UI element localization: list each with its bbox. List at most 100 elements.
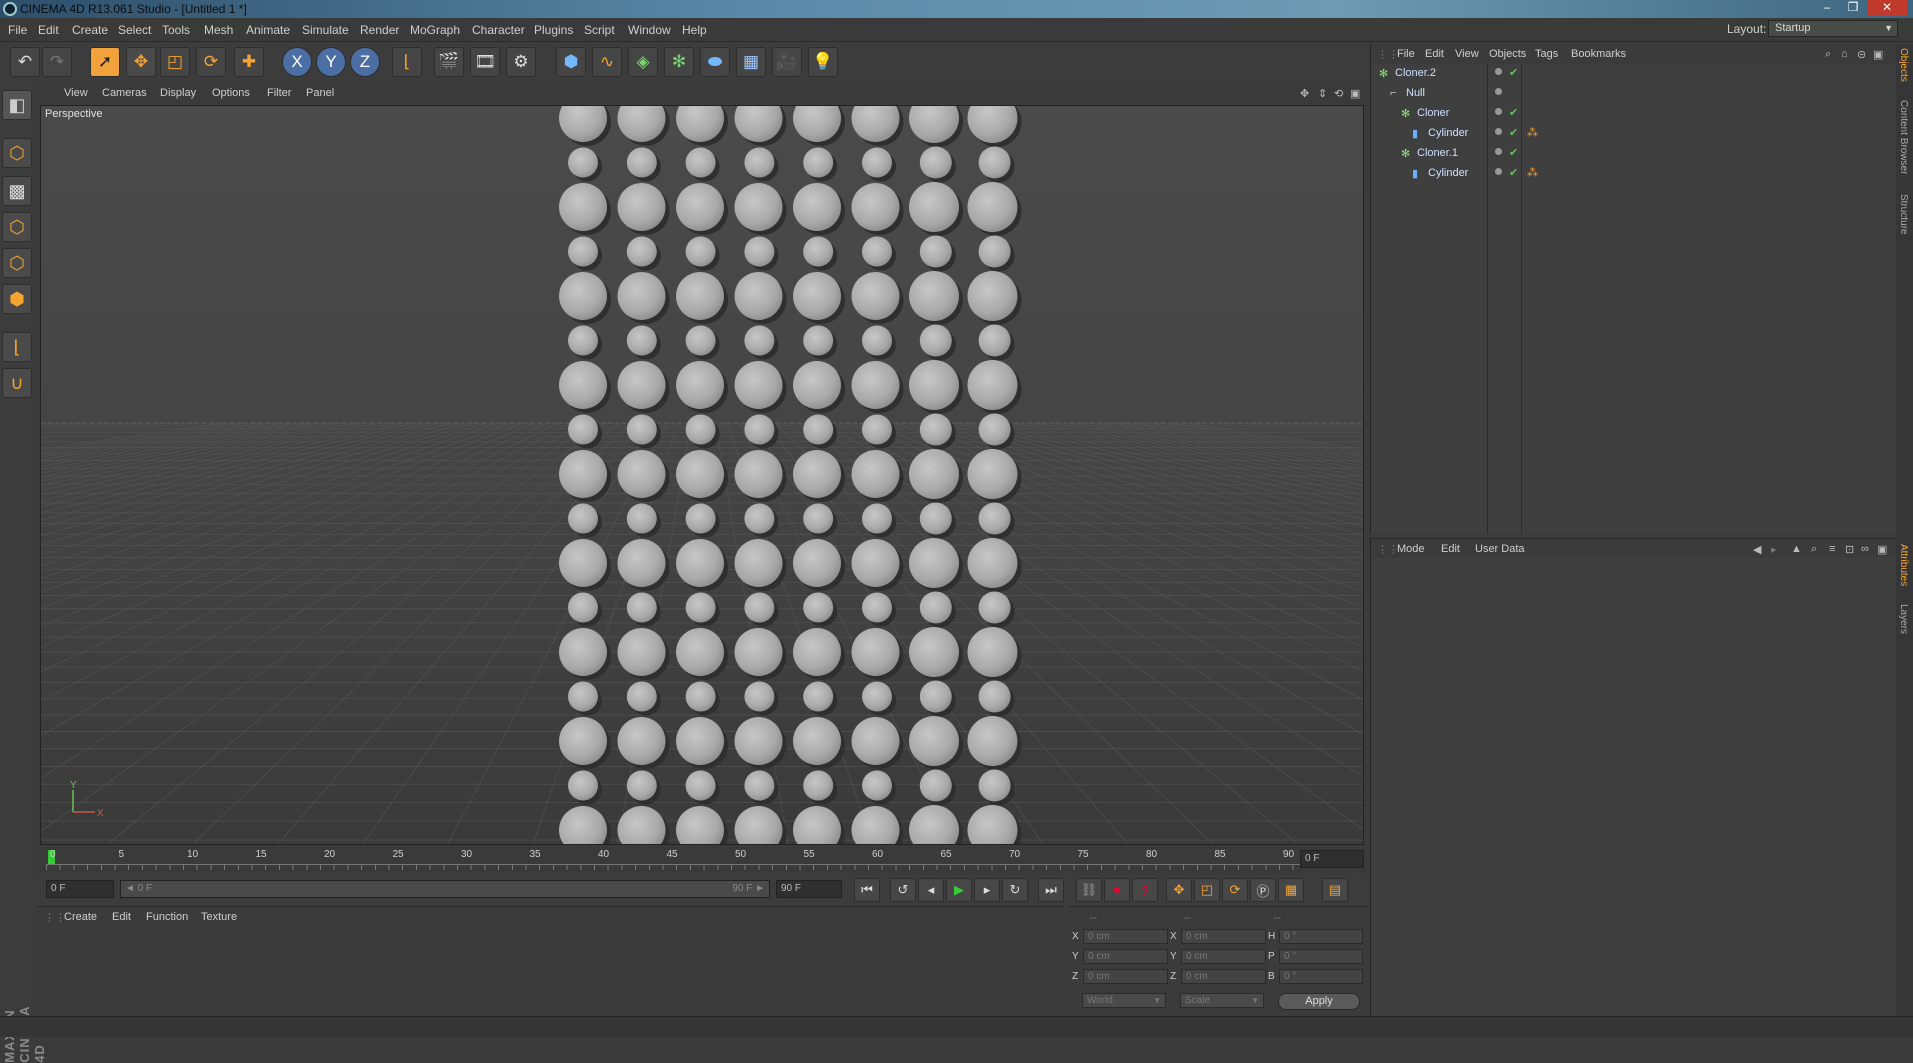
- cylinder-clone[interactable]: [978, 502, 1011, 535]
- menu-tools[interactable]: Tools: [162, 23, 190, 37]
- cylinder-clone[interactable]: [851, 361, 900, 409]
- enabled-check-icon[interactable]: ✔: [1509, 66, 1518, 79]
- visibility-dot-icon[interactable]: [1495, 148, 1502, 155]
- viewport-zoom-icon[interactable]: ⇕: [1318, 87, 1327, 100]
- polygons-mode-icon[interactable]: ⬢: [2, 284, 32, 314]
- cylinder-clone[interactable]: [803, 592, 834, 623]
- objects-menu-bookmarks[interactable]: Bookmarks: [1571, 48, 1626, 60]
- home-icon[interactable]: ⌂: [1841, 48, 1848, 60]
- timeline-ruler[interactable]: 0 5 10 15 20 25 30 35 40 45 50 55 60 65 70 75 80 85 90 0 F: [36, 846, 1366, 874]
- move-icon[interactable]: ✥: [126, 47, 156, 77]
- cylinder-clone[interactable]: [744, 770, 775, 801]
- cube-icon[interactable]: ⬢: [556, 47, 586, 77]
- cylinder-clone[interactable]: [617, 361, 666, 409]
- cylinder-clone[interactable]: [734, 717, 783, 765]
- cylinder-clone[interactable]: [685, 236, 716, 267]
- material-menu-create[interactable]: Create: [64, 911, 97, 923]
- cylinder-clone[interactable]: [793, 272, 841, 320]
- history-icon[interactable]: ≡: [1829, 543, 1835, 555]
- object-row[interactable]: ▮ Cylinder ✔ ⁂: [1371, 124, 1897, 144]
- back-arrow-icon[interactable]: ◀: [1753, 543, 1761, 556]
- cylinder-clone[interactable]: [617, 628, 666, 676]
- key-rotation-icon[interactable]: ⟳: [1222, 878, 1248, 902]
- cylinder-clone[interactable]: [967, 271, 1018, 321]
- object-row[interactable]: ✻ Cloner.1 ✔: [1371, 144, 1897, 164]
- cylinder-clone[interactable]: [626, 503, 657, 534]
- visibility-dot-icon[interactable]: [1495, 108, 1502, 115]
- cylinder-clone[interactable]: [862, 236, 892, 267]
- cylinder-clone[interactable]: [862, 147, 892, 178]
- edit-render-settings-icon[interactable]: ⚙: [506, 47, 536, 77]
- cylinder-clone[interactable]: [734, 539, 783, 587]
- scale-select[interactable]: Scale ▼: [1180, 993, 1264, 1008]
- visibility-dot-icon[interactable]: [1495, 168, 1502, 175]
- cylinder-clone[interactable]: [626, 147, 657, 178]
- menu-mograph[interactable]: MoGraph: [410, 23, 460, 37]
- cylinder-clone[interactable]: [967, 360, 1018, 410]
- start-frame-field[interactable]: 0 F: [46, 880, 114, 898]
- objects-menu-edit[interactable]: Edit: [1425, 48, 1444, 60]
- menu-character[interactable]: Character: [472, 23, 525, 37]
- cylinder-clone[interactable]: [676, 539, 724, 587]
- make-editable-icon[interactable]: ◧: [2, 90, 32, 120]
- cylinder-clone[interactable]: [967, 538, 1018, 588]
- autokeying-icon[interactable]: ?: [1132, 878, 1158, 902]
- record-keys-icon[interactable]: ⛓: [1076, 878, 1102, 902]
- attributes-menu-mode[interactable]: Mode: [1397, 543, 1425, 555]
- cylinder-clone[interactable]: [734, 628, 783, 676]
- cylinder-clone[interactable]: [626, 592, 657, 623]
- cylinder-clone[interactable]: [734, 272, 783, 320]
- go-to-end-icon[interactable]: ⏭: [1038, 878, 1064, 902]
- cylinder-clone[interactable]: [568, 414, 598, 445]
- cylinder-clone[interactable]: [978, 324, 1011, 357]
- cylinder-clone[interactable]: [626, 681, 657, 712]
- cylinder-clone[interactable]: [919, 146, 952, 179]
- go-to-start-icon[interactable]: ⏮: [854, 878, 880, 902]
- objects-menu-view[interactable]: View: [1455, 48, 1479, 60]
- viewport-menu-options[interactable]: Options: [212, 87, 250, 99]
- search-icon[interactable]: ⌕: [1811, 543, 1817, 556]
- cylinder-clone[interactable]: [909, 449, 959, 499]
- viewport-menu-view[interactable]: View: [64, 87, 88, 99]
- cylinder-clone[interactable]: [909, 271, 959, 321]
- cylinder-clone[interactable]: [568, 325, 598, 356]
- frame-range-slider[interactable]: ◄ 0 F 90 F ►: [120, 880, 770, 898]
- link-icon[interactable]: ∞: [1861, 543, 1869, 555]
- points-mode-icon[interactable]: ⬡: [2, 212, 32, 242]
- maximize-button[interactable]: ❐: [1841, 0, 1865, 16]
- previous-key-icon[interactable]: ↺: [890, 878, 916, 902]
- menu-create[interactable]: Create: [72, 23, 108, 37]
- cylinder-clone[interactable]: [851, 183, 900, 231]
- enabled-check-icon[interactable]: ✔: [1509, 146, 1518, 159]
- world-select[interactable]: World ▼: [1082, 993, 1166, 1008]
- cylinder-clone[interactable]: [617, 539, 666, 587]
- viewport-rotate-icon[interactable]: ⟲: [1334, 87, 1343, 100]
- edges-mode-icon[interactable]: ⬡: [2, 248, 32, 278]
- cylinder-clone[interactable]: [559, 450, 607, 498]
- cylinder-clone[interactable]: [793, 628, 841, 676]
- cylinder-clone[interactable]: [862, 681, 892, 712]
- previous-frame-icon[interactable]: ◂: [918, 878, 944, 902]
- cylinder-clone[interactable]: [909, 538, 959, 588]
- scale-icon[interactable]: ◰: [160, 47, 190, 77]
- camera-icon[interactable]: 🎥: [772, 47, 802, 77]
- cylinder-clone[interactable]: [568, 770, 598, 801]
- tab-structure[interactable]: Structure: [1898, 194, 1909, 235]
- coordinate-system-icon[interactable]: ⌊: [392, 47, 422, 77]
- attributes-menu-edit[interactable]: Edit: [1441, 543, 1460, 555]
- cylinder-clone[interactable]: [967, 716, 1018, 766]
- live-selection-icon[interactable]: ➚: [90, 47, 120, 77]
- cylinder-clone[interactable]: [744, 503, 775, 534]
- material-menu-edit[interactable]: Edit: [112, 911, 131, 923]
- objects-menu-file[interactable]: File: [1397, 48, 1415, 60]
- menu-help[interactable]: Help: [682, 23, 707, 37]
- cylinder-clone[interactable]: [793, 361, 841, 409]
- object-row[interactable]: ▮ Cylinder ✔ ⁂: [1371, 164, 1897, 184]
- search-icon[interactable]: ⌕: [1825, 48, 1831, 61]
- size-x-field[interactable]: 0 cm: [1181, 929, 1266, 944]
- cylinder-clone[interactable]: [617, 450, 666, 498]
- cylinder-clone[interactable]: [851, 717, 900, 765]
- rotate-icon[interactable]: ⟳: [196, 47, 226, 77]
- cylinder-clone[interactable]: [919, 502, 952, 535]
- cylinder-clone[interactable]: [909, 182, 959, 232]
